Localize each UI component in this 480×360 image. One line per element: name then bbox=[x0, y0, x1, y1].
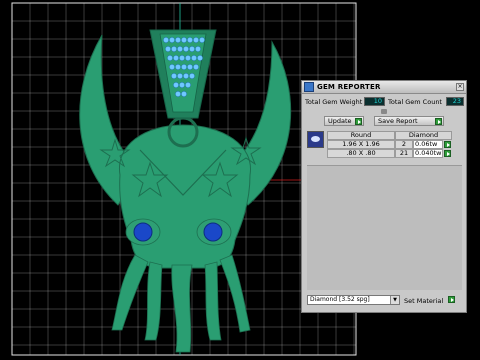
total-gem-weight-value: 10 bbox=[364, 97, 385, 106]
panel-title: GEM REPORTER bbox=[317, 83, 381, 91]
row-1-count: 2 bbox=[395, 140, 413, 149]
pave-gem bbox=[175, 64, 181, 70]
tentacle-left bbox=[144, 261, 163, 341]
set-material-label: Set Material bbox=[404, 297, 444, 305]
gem-table: Round Diamond 1.96 X 1.96 2 0.06tw .80 X… bbox=[307, 131, 452, 161]
pave-gem bbox=[199, 37, 205, 43]
gem-reporter-icon bbox=[304, 82, 314, 92]
pave-gem bbox=[183, 46, 189, 52]
pave-gem bbox=[181, 37, 187, 43]
pave-gem bbox=[195, 46, 201, 52]
pave-gem bbox=[181, 64, 187, 70]
row-2-size: .80 X .80 bbox=[327, 149, 395, 158]
pave-gem bbox=[179, 82, 185, 88]
save-report-button[interactable]: Save Report bbox=[374, 116, 444, 126]
pave-gem bbox=[169, 64, 175, 70]
row-1-arrow-icon[interactable] bbox=[444, 141, 451, 148]
column-header-round: Round bbox=[327, 131, 395, 140]
total-gem-count-value: 23 bbox=[446, 97, 464, 106]
tentacle-center bbox=[171, 264, 193, 353]
set-material-button[interactable] bbox=[448, 296, 455, 303]
gem-reporter-panel[interactable]: GEM REPORTER × Total Gem Weight 10 Total… bbox=[301, 80, 467, 313]
pave-gem bbox=[177, 73, 183, 79]
row-1-weight: 0.06tw bbox=[413, 140, 443, 149]
row-2-count: 21 bbox=[395, 149, 413, 158]
pave-gem bbox=[189, 46, 195, 52]
pave-gem bbox=[193, 37, 199, 43]
scroll-grip-icon[interactable] bbox=[381, 109, 387, 114]
update-arrow-icon bbox=[355, 118, 362, 125]
pave-gem bbox=[191, 55, 197, 61]
pave-gem bbox=[171, 73, 177, 79]
pave-gem bbox=[183, 73, 189, 79]
pave-gem bbox=[167, 55, 173, 61]
material-select-value: Diamond [3.52 spg] bbox=[310, 296, 370, 303]
total-gem-weight-label: Total Gem Weight bbox=[305, 98, 363, 106]
save-report-label: Save Report bbox=[378, 117, 418, 125]
pave-gem bbox=[163, 37, 169, 43]
pave-gem bbox=[175, 37, 181, 43]
row-2-weight: 0.040tw bbox=[413, 149, 443, 158]
row-2-arrow-icon[interactable] bbox=[444, 150, 451, 157]
tentacle-far-left bbox=[111, 254, 149, 331]
pave-gem bbox=[187, 64, 193, 70]
right-gem-eye bbox=[203, 222, 223, 242]
panel-titlebar[interactable]: GEM REPORTER × bbox=[302, 81, 466, 94]
pave-gem bbox=[173, 55, 179, 61]
pave-gem bbox=[181, 91, 187, 97]
material-select[interactable]: Diamond [3.52 spg] ▼ bbox=[307, 295, 400, 305]
update-button[interactable]: Update bbox=[324, 116, 364, 126]
pave-gem bbox=[169, 37, 175, 43]
pave-gem bbox=[179, 55, 185, 61]
close-icon[interactable]: × bbox=[456, 83, 464, 91]
pave-gem bbox=[193, 64, 199, 70]
tentacle-right bbox=[204, 261, 222, 341]
pave-gem bbox=[185, 82, 191, 88]
pave-gem bbox=[177, 46, 183, 52]
row-1-size: 1.96 X 1.96 bbox=[327, 140, 395, 149]
pave-gem bbox=[175, 91, 181, 97]
column-header-diamond: Diamond bbox=[395, 131, 452, 140]
update-button-label: Update bbox=[328, 117, 352, 125]
gem-list-area bbox=[307, 165, 462, 290]
pave-gem bbox=[173, 82, 179, 88]
pave-gem bbox=[171, 46, 177, 52]
pave-gem bbox=[189, 73, 195, 79]
left-gem-eye bbox=[133, 222, 153, 242]
total-gem-count-label: Total Gem Count bbox=[388, 98, 442, 106]
pave-gem bbox=[197, 55, 203, 61]
chevron-down-icon: ▼ bbox=[390, 296, 399, 304]
tentacle-far-right bbox=[219, 254, 251, 333]
pave-gem bbox=[187, 37, 193, 43]
pave-gem bbox=[185, 55, 191, 61]
pave-gem bbox=[165, 46, 171, 52]
save-report-arrow-icon bbox=[435, 118, 442, 125]
